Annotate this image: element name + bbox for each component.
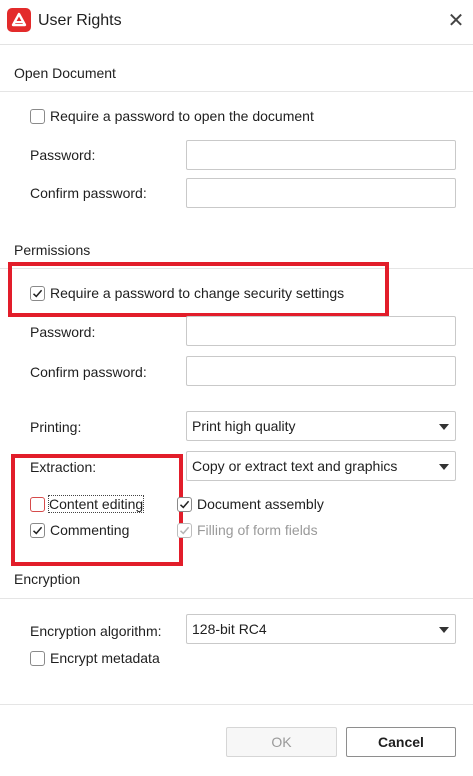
section-divider — [0, 91, 473, 92]
extraction-select[interactable]: Copy or extract text and graphics — [186, 451, 456, 481]
ok-button[interactable]: OK — [226, 727, 337, 757]
permissions-password-field[interactable] — [186, 316, 456, 346]
close-icon[interactable]: ✕ — [445, 10, 467, 32]
permissions-section-title: Permissions — [14, 242, 91, 258]
printing-select[interactable]: Print high quality — [186, 411, 456, 441]
document-assembly-label: Document assembly — [197, 496, 324, 512]
commenting-label: Commenting — [50, 522, 130, 538]
cancel-button[interactable]: Cancel — [346, 727, 456, 757]
encryption-section-title: Encryption — [14, 571, 81, 587]
content-editing-checkbox[interactable] — [30, 497, 45, 512]
require-security-password-label: Require a password to change security se… — [50, 285, 345, 301]
open-document-section-title: Open Document — [14, 65, 116, 81]
chevron-down-icon — [439, 627, 449, 633]
chevron-down-icon — [439, 464, 449, 470]
extraction-select-value: Copy or extract text and graphics — [192, 458, 398, 474]
permissions-confirm-password-field[interactable] — [186, 356, 456, 386]
form-filling-checkbox — [177, 523, 192, 538]
require-open-password-checkbox[interactable] — [30, 109, 45, 124]
content-editing-label: Content editing — [47, 495, 145, 513]
footer-divider — [0, 704, 473, 705]
document-assembly-checkbox[interactable] — [177, 497, 192, 512]
permissions-confirm-password-label: Confirm password: — [30, 364, 147, 380]
commenting-checkbox[interactable] — [30, 523, 45, 538]
printing-select-value: Print high quality — [192, 418, 296, 434]
dialog-title: User Rights — [38, 12, 122, 29]
permissions-password-label: Password: — [30, 324, 96, 340]
app-logo-icon — [7, 8, 31, 32]
encryption-algorithm-label: Encryption algorithm: — [30, 623, 162, 639]
open-confirm-password-label: Confirm password: — [30, 185, 147, 201]
chevron-down-icon — [439, 424, 449, 430]
require-open-password-label: Require a password to open the document — [50, 108, 314, 124]
encrypt-metadata-checkbox[interactable] — [30, 651, 45, 666]
open-confirm-password-field[interactable] — [186, 178, 456, 208]
section-divider — [0, 598, 473, 599]
encryption-algorithm-select[interactable]: 128-bit RC4 — [186, 614, 456, 644]
printing-label: Printing: — [30, 419, 82, 435]
open-password-field[interactable] — [186, 140, 456, 170]
encryption-algorithm-value: 128-bit RC4 — [192, 621, 267, 637]
open-password-label: Password: — [30, 147, 96, 163]
encrypt-metadata-label: Encrypt metadata — [50, 650, 160, 666]
require-security-password-checkbox[interactable] — [30, 286, 45, 301]
form-filling-label: Filling of form fields — [197, 522, 318, 538]
